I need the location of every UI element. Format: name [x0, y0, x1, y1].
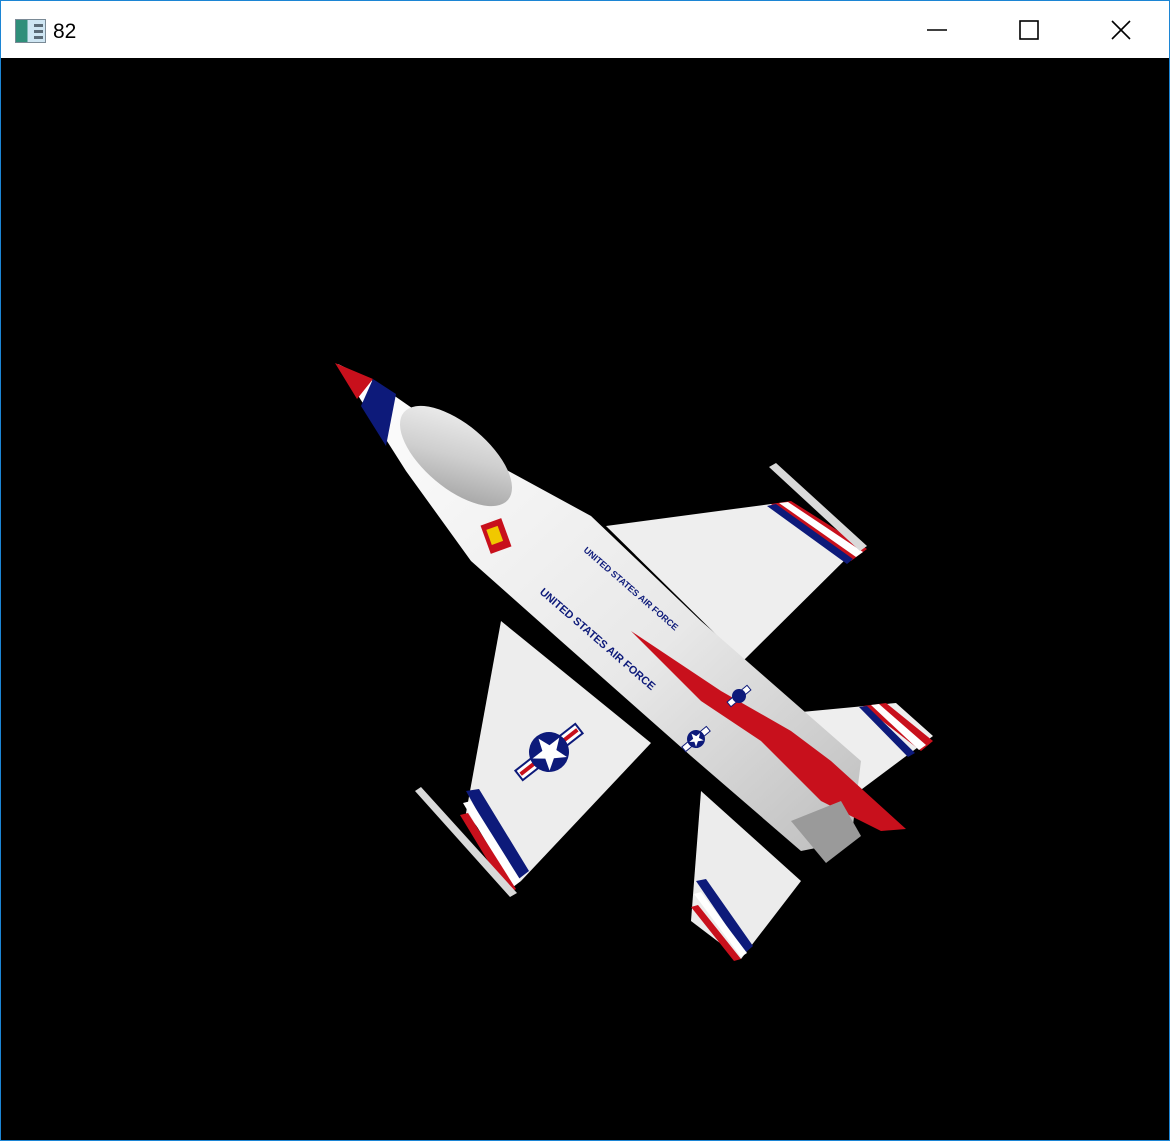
- render-viewport[interactable]: UNITED STATES AIR FORCE UNITED STATES AI…: [1, 58, 1169, 1140]
- close-button[interactable]: [1075, 1, 1167, 58]
- maximize-icon: [1019, 19, 1039, 40]
- close-icon: [1111, 19, 1131, 40]
- minimize-button[interactable]: [891, 1, 983, 58]
- window-title: 82: [53, 20, 77, 43]
- app-window-icon[interactable]: [15, 19, 46, 43]
- title-bar[interactable]: 82: [1, 1, 1169, 58]
- maximize-button[interactable]: [983, 1, 1075, 58]
- jet-scene: UNITED STATES AIR FORCE UNITED STATES AI…: [335, 363, 933, 961]
- minimize-icon: [927, 28, 947, 31]
- app-window: 82 UNITED STATES AIR FORCE UNITED STATES…: [0, 0, 1170, 1141]
